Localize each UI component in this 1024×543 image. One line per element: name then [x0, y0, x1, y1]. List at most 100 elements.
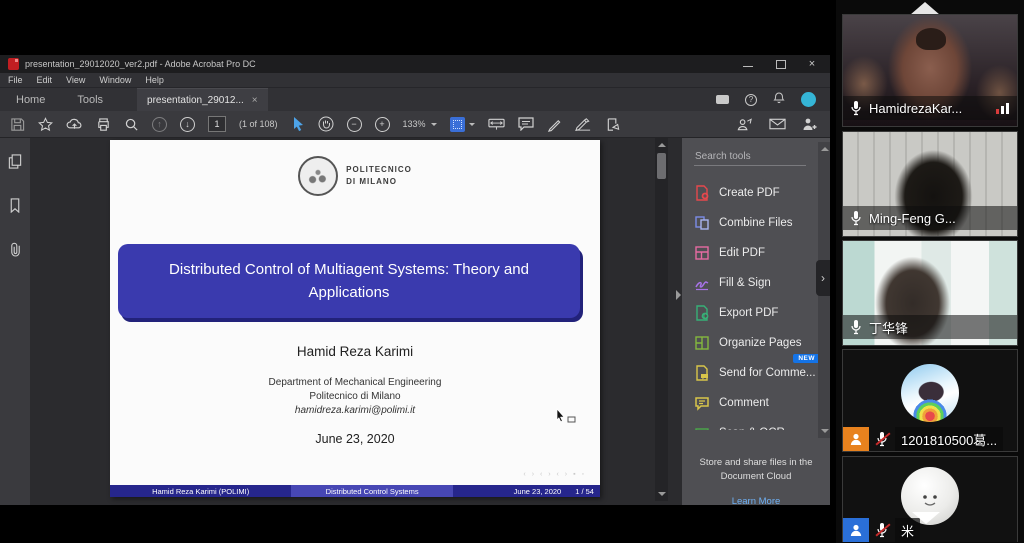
participant-tile[interactable]: 米 [842, 456, 1018, 542]
tool-edit-pdf[interactable]: Edit PDF [694, 238, 830, 268]
slide-author: Hamid Reza Karimi [110, 344, 600, 359]
highlighter-pen-icon[interactable] [547, 117, 562, 132]
video-participants-panel: HamidrezaKar... Ming-Feng G... 丁华锋 [836, 0, 1024, 543]
panel-expand-arrow-icon[interactable] [676, 290, 681, 300]
participant-name: 1201810500葛... [895, 427, 1003, 452]
window-title: presentation_29012020_ver2.pdf - Adobe A… [25, 59, 742, 69]
add-person-icon[interactable] [802, 117, 818, 131]
share-cloud-icon[interactable] [66, 117, 83, 131]
zoom-in-icon[interactable]: + [375, 117, 390, 132]
sign-pen-icon[interactable] [575, 117, 592, 131]
feedback-bubble-icon[interactable] [716, 95, 729, 104]
hand-tool-icon[interactable] [318, 116, 334, 132]
menu-file[interactable]: File [8, 75, 23, 85]
search-tools-input[interactable] [694, 148, 806, 166]
chevron-down-icon [469, 123, 475, 129]
participant-tile[interactable]: 丁华锋 [842, 240, 1018, 346]
comment-bubble-icon[interactable] [518, 117, 534, 131]
notifications-bell-icon[interactable] [773, 92, 785, 107]
affiliation-line2: Politecnico di Milano [309, 391, 400, 402]
tab-tools[interactable]: Tools [61, 88, 119, 111]
attachments-paperclip-icon[interactable] [9, 242, 22, 262]
scroll-down-icon[interactable] [821, 429, 829, 433]
tools-panel-collapse-button[interactable]: › [816, 260, 830, 296]
print-icon[interactable] [96, 117, 111, 132]
attendee-badge-icon [843, 518, 869, 542]
maximize-button[interactable] [774, 59, 786, 69]
microphone-icon [849, 100, 863, 116]
affiliation-line1: Department of Mechanical Engineering [269, 377, 442, 388]
pdf-page: POLITECNICO DI MILANO Distributed Contro… [110, 140, 600, 497]
acrobat-window: presentation_29012020_ver2.pdf - Adobe A… [0, 55, 830, 505]
participant-tile[interactable]: 1201810500葛... [842, 349, 1018, 452]
slide-title: Distributed Control of Multiagent System… [144, 258, 554, 305]
zoom-out-icon[interactable]: − [347, 117, 362, 132]
beamer-nav-symbols: ‹ › ‹ › ‹ › ▪ ◦ [523, 471, 586, 478]
tab-document-label: presentation_29012... [147, 95, 244, 106]
scroll-up-icon[interactable] [821, 147, 829, 151]
tool-export-pdf[interactable]: Export PDF [694, 298, 830, 328]
scroll-up-icon[interactable] [658, 143, 666, 147]
save-icon[interactable] [10, 117, 25, 132]
new-badge: NEW [793, 354, 820, 363]
select-tool-icon[interactable] [291, 116, 305, 132]
tool-label: Combine Files [719, 217, 793, 229]
participants-scroll-down-icon[interactable] [912, 512, 940, 524]
star-icon[interactable] [38, 117, 53, 132]
participant-tile[interactable]: Ming-Feng G... [842, 131, 1018, 237]
page-view-icon [450, 117, 465, 132]
fit-width-icon[interactable] [488, 117, 505, 131]
email-icon[interactable] [769, 118, 786, 130]
tool-send-for-comments[interactable]: Send for Comme... NEW [694, 358, 830, 388]
tab-home[interactable]: Home [0, 88, 61, 111]
previous-page-icon[interactable]: ↑ [152, 117, 167, 132]
tool-label: Export PDF [719, 307, 778, 319]
menu-edit[interactable]: Edit [37, 75, 53, 85]
tool-label: Scan & OCR [719, 427, 785, 430]
tool-label: Organize Pages [719, 337, 801, 349]
tab-close-icon[interactable]: × [252, 95, 258, 106]
zoom-level-dropdown[interactable]: 133% [403, 119, 437, 129]
blurb-line2: Document Cloud [721, 471, 792, 482]
microphone-muted-icon [875, 431, 889, 447]
page-thumbnails-icon[interactable] [8, 154, 22, 174]
tab-document[interactable]: presentation_29012... × [137, 88, 268, 111]
search-icon[interactable] [124, 117, 139, 132]
menu-window[interactable]: Window [99, 75, 131, 85]
footer-page: 1 / 54 [575, 487, 594, 496]
document-cloud-blurb: Store and share files in the Document Cl… [682, 456, 830, 509]
bookmarks-icon[interactable] [9, 198, 21, 218]
tool-create-pdf[interactable]: Create PDF [694, 178, 830, 208]
tool-combine-files[interactable]: Combine Files [694, 208, 830, 238]
minimize-button[interactable] [742, 59, 754, 69]
menu-view[interactable]: View [66, 75, 85, 85]
mouse-cursor [556, 408, 578, 429]
page-number-input[interactable]: 1 [208, 116, 226, 132]
scrollbar-thumb[interactable] [657, 153, 666, 179]
next-page-icon[interactable]: ↓ [180, 117, 195, 132]
menu-help[interactable]: Help [145, 75, 164, 85]
participant-tile[interactable]: HamidrezaKar... [842, 14, 1018, 127]
close-button[interactable]: × [806, 59, 818, 69]
share-link-icon[interactable] [736, 117, 753, 131]
page-view-dropdown[interactable] [450, 117, 475, 132]
slide-date: June 23, 2020 [110, 432, 600, 446]
tab-bar: Home Tools presentation_29012... × ? [0, 88, 830, 111]
tool-fill-sign[interactable]: Fill & Sign [694, 268, 830, 298]
scroll-down-icon[interactable] [658, 492, 666, 496]
help-icon[interactable]: ? [745, 94, 757, 106]
tool-comment[interactable]: Comment [694, 388, 830, 418]
document-viewport[interactable]: POLITECNICO DI MILANO Distributed Contro… [30, 138, 682, 505]
user-avatar[interactable] [801, 92, 816, 107]
tool-scan-ocr[interactable]: Scan & OCR [694, 418, 830, 430]
participant-name: HamidrezaKar... [869, 101, 990, 116]
tool-label: Fill & Sign [719, 277, 771, 289]
chevron-down-icon [431, 123, 437, 129]
menu-bar: File Edit View Window Help [0, 73, 830, 88]
send-document-icon[interactable] [605, 117, 621, 132]
signal-strength-icon [996, 102, 1009, 114]
slide-footer: Hamid Reza Karimi (POLIMI) Distributed C… [110, 485, 600, 497]
learn-more-link[interactable]: Learn More [682, 495, 830, 509]
tool-label: Create PDF [719, 187, 780, 199]
document-scrollbar[interactable] [655, 138, 668, 501]
